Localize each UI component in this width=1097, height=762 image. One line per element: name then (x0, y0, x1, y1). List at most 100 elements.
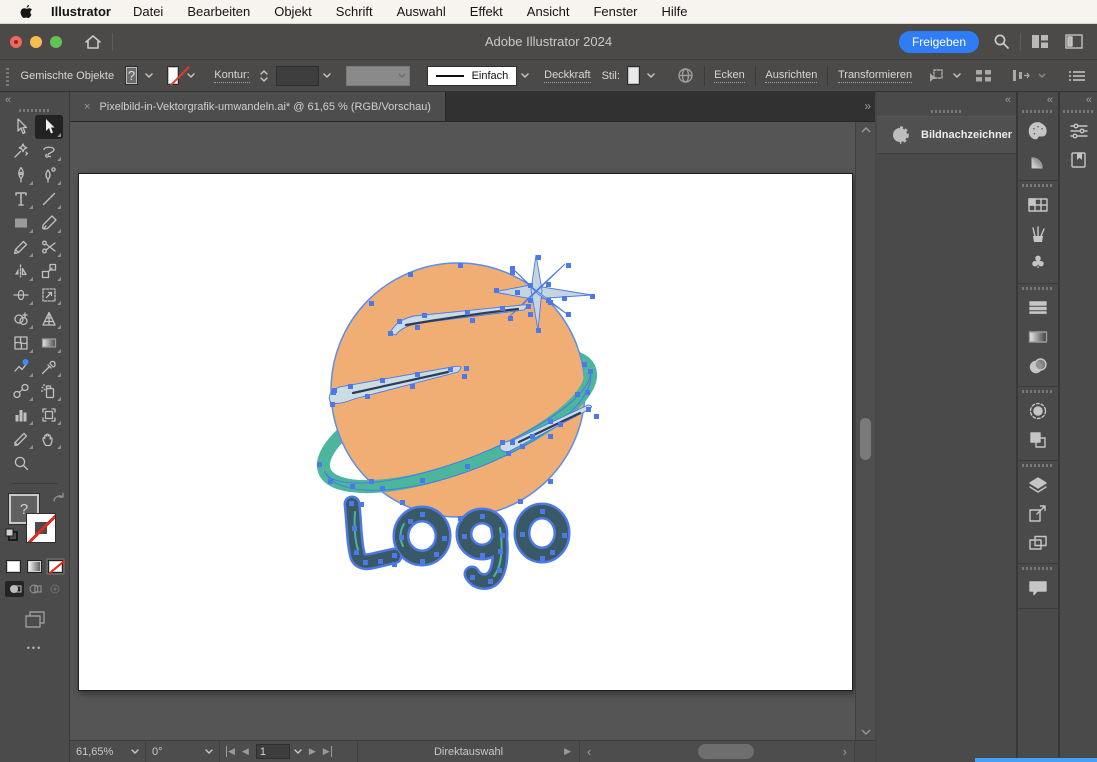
magic-wand-tool[interactable] (7, 139, 35, 163)
column-collapse-icon[interactable]: « (1086, 94, 1092, 106)
stroke-color-box[interactable] (26, 513, 56, 543)
next-artboard-icon[interactable]: ▶ (309, 746, 316, 757)
zoom-level-control[interactable]: 61,65% (70, 741, 146, 762)
menu-app-name[interactable]: Illustrator (51, 4, 111, 19)
tab-close-icon[interactable]: × (84, 101, 90, 113)
brush-chevron-icon[interactable] (520, 66, 529, 85)
transparency-panel-icon[interactable] (1018, 351, 1058, 380)
image-trace-panel-button[interactable]: Bildnachzeichner (877, 116, 1016, 154)
swap-fill-stroke-icon[interactable] (52, 492, 66, 504)
rotation-chevron-icon[interactable] (205, 749, 213, 754)
panel-group-grip[interactable] (1022, 110, 1054, 113)
panel-grip[interactable] (930, 110, 963, 113)
draw-normal-mode-button[interactable] (5, 581, 24, 597)
artboard-number-field[interactable]: 1 (255, 744, 290, 759)
draw-inside-mode-button[interactable] (45, 581, 64, 597)
menu-objekt[interactable]: Objekt (274, 4, 312, 19)
stroke-width-field[interactable] (275, 65, 320, 86)
default-fill-stroke-icon[interactable] (5, 528, 18, 541)
fill-swatch-chevron-icon[interactable] (145, 66, 154, 85)
distribute-objects-icon[interactable] (1012, 68, 1031, 83)
select-similar-chevron-icon[interactable] (952, 66, 961, 85)
eyedropper-tool[interactable] (35, 355, 63, 379)
status-menu-icon[interactable]: ▶ (564, 746, 571, 757)
brushes-panel-icon[interactable] (1018, 219, 1058, 248)
line-segment-tool[interactable] (35, 187, 63, 211)
color-button[interactable] (4, 558, 23, 575)
symbols-panel-icon[interactable]: ♣ (1018, 248, 1058, 277)
menu-fenster[interactable]: Fenster (593, 4, 637, 19)
scroll-right-icon[interactable]: › (836, 744, 854, 759)
scroll-down-icon[interactable] (856, 729, 875, 735)
home-icon[interactable] (84, 34, 102, 50)
horizontal-scrollbar[interactable]: ‹ › (580, 741, 855, 762)
panel-group-grip[interactable] (1022, 464, 1054, 467)
reflect-tool[interactable] (7, 259, 35, 283)
shape-builder-tool[interactable] (7, 307, 35, 331)
direct-selection-tool[interactable] (34, 115, 63, 139)
panel-group-grip[interactable] (1022, 390, 1054, 393)
free-transform-tool[interactable] (35, 283, 63, 307)
none-button[interactable] (46, 558, 65, 575)
status-display[interactable]: Direktauswahl ▶ (358, 741, 580, 762)
distribute-chevron-icon[interactable] (1037, 66, 1046, 85)
selection-tool[interactable] (7, 115, 35, 139)
stroke-panel-icon[interactable] (1018, 293, 1058, 322)
toolbar-collapse-icon[interactable]: « (5, 94, 11, 106)
paintbrush-tool[interactable] (35, 211, 63, 235)
corners-link[interactable]: Ecken (714, 69, 745, 83)
color-guide-panel-icon[interactable] (1018, 145, 1058, 174)
tab-overflow-icon[interactable]: » (864, 99, 871, 113)
appearance-panel-icon[interactable] (1018, 396, 1058, 425)
panel-group-grip[interactable] (1022, 287, 1054, 290)
slice-tool[interactable] (7, 427, 35, 451)
libraries-panel-icon[interactable] (1060, 145, 1097, 174)
artwork-planet-logo[interactable] (70, 122, 875, 740)
layers-panel-icon[interactable] (1018, 470, 1058, 499)
zoom-chevron-icon[interactable] (131, 749, 139, 754)
mesh-tool[interactable] (7, 331, 35, 355)
curvature-tool[interactable] (35, 163, 63, 187)
select-similar-icon[interactable] (927, 68, 945, 84)
panel-collapse-icon[interactable]: « (1005, 94, 1011, 106)
column-graph-tool[interactable] (7, 403, 35, 427)
artboard-chevron-icon[interactable] (294, 749, 302, 754)
color-panel-icon[interactable] (1018, 116, 1058, 145)
scissors-tool[interactable] (35, 235, 63, 259)
apple-logo-icon[interactable] (19, 4, 33, 20)
align-link[interactable]: Ausrichten (765, 69, 818, 83)
shaper-tool[interactable] (7, 355, 35, 379)
gradient-button[interactable] (25, 558, 44, 575)
blend-tool[interactable] (7, 379, 35, 403)
graphic-styles-panel-icon[interactable] (1018, 425, 1058, 454)
style-swatch[interactable] (626, 66, 640, 85)
perspective-grid-tool[interactable] (35, 307, 63, 331)
menu-bearbeiten[interactable]: Bearbeiten (187, 4, 250, 19)
vertical-scroll-thumb[interactable] (860, 418, 871, 460)
share-button[interactable]: Freigeben (898, 30, 979, 53)
horizontal-scroll-track[interactable] (598, 741, 835, 762)
comments-panel-icon[interactable] (1018, 573, 1058, 602)
menu-ansicht[interactable]: Ansicht (527, 4, 570, 19)
stroke-width-stepper[interactable] (259, 68, 269, 84)
minimize-window-button[interactable] (30, 35, 42, 48)
menu-hilfe[interactable]: Hilfe (662, 4, 688, 19)
align-objects-icon[interactable] (975, 68, 992, 83)
panel-group-grip[interactable] (1022, 567, 1054, 570)
edit-toolbar-ellipsis[interactable]: ••• (27, 643, 42, 653)
zoom-tool[interactable] (7, 451, 35, 475)
pen-tool[interactable] (7, 163, 35, 187)
transform-link[interactable]: Transformieren (837, 69, 913, 83)
zoom-window-button[interactable] (50, 35, 62, 48)
scroll-left-icon[interactable]: ‹ (580, 744, 598, 759)
scale-tool[interactable] (35, 259, 63, 283)
last-artboard-icon[interactable]: ▶ (323, 746, 332, 757)
symbol-sprayer-tool[interactable] (35, 379, 63, 403)
rotation-control[interactable]: 0° (146, 741, 220, 762)
properties-panel-icon[interactable] (1060, 116, 1097, 145)
style-chevron-icon[interactable] (647, 66, 656, 85)
horizontal-scroll-thumb[interactable] (698, 744, 754, 759)
width-tool[interactable] (7, 283, 35, 307)
first-artboard-icon[interactable]: ◀ (226, 746, 235, 757)
opacity-panel-link[interactable]: Deckkraft (544, 69, 591, 83)
